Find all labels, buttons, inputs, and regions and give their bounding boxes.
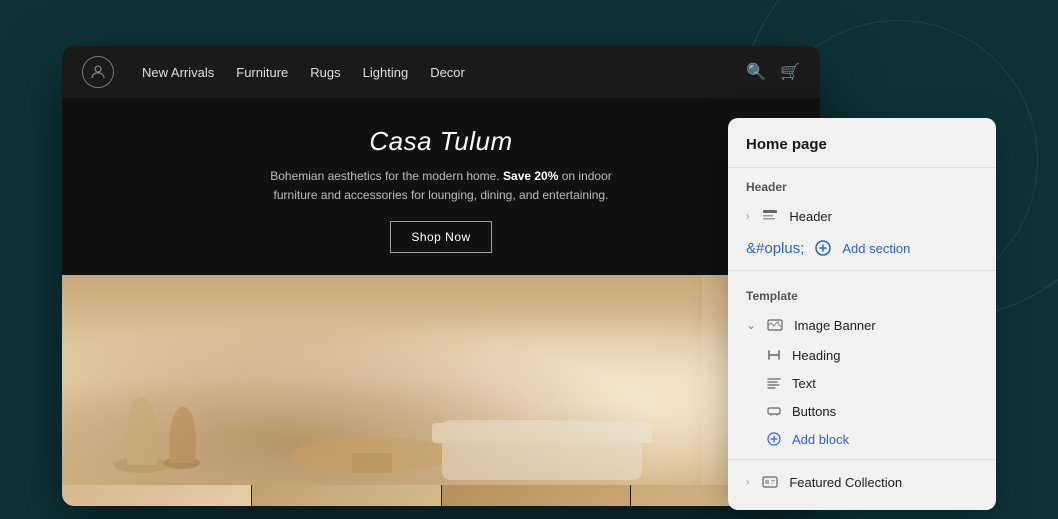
thumbnail-2[interactable] — [252, 485, 442, 506]
panel-add-section-item[interactable]: &#oplus; Add section — [728, 232, 996, 264]
nav-bar: New Arrivals Furniture Rugs Lighting Dec… — [62, 46, 820, 98]
panel-title: Home page — [728, 136, 996, 168]
heading-icon — [766, 347, 782, 363]
featured-collection-icon — [761, 473, 779, 491]
panel-header-label: Header — [789, 209, 832, 224]
panel-buttons-item[interactable]: Buttons — [728, 397, 996, 425]
panel-heading-label: Heading — [792, 348, 840, 363]
add-section-icon: &#oplus; — [746, 240, 804, 257]
cart-icon[interactable]: 🛒 — [780, 62, 800, 82]
hero-section: Casa Tulum Bohemian aesthetics for the m… — [62, 98, 820, 275]
panel-add-block-label: Add block — [792, 432, 849, 447]
nav-icon-group: 🔍 🛒 — [746, 62, 800, 82]
hero-subtitle-bold: Save 20% — [503, 169, 558, 183]
thumbnail-1[interactable] — [62, 485, 252, 506]
nav-decor[interactable]: Decor — [430, 65, 465, 80]
hero-subtitle-plain: Bohemian aesthetics for the modern home. — [270, 169, 503, 183]
panel-buttons-label: Buttons — [792, 404, 836, 419]
hero-title: Casa Tulum — [82, 126, 800, 157]
chevron-right-icon-2: › — [746, 477, 749, 488]
nav-lighting[interactable]: Lighting — [363, 65, 409, 80]
nav-new-arrivals[interactable]: New Arrivals — [142, 65, 214, 80]
panel-divider-1 — [728, 270, 996, 271]
thumbnail-3[interactable] — [442, 485, 632, 506]
browser-window: New Arrivals Furniture Rugs Lighting Dec… — [62, 46, 820, 506]
brand-logo[interactable] — [82, 56, 114, 88]
text-icon — [766, 375, 782, 391]
add-block-icon — [766, 431, 782, 447]
nav-rugs[interactable]: Rugs — [310, 65, 340, 80]
search-icon[interactable]: 🔍 — [746, 62, 766, 82]
chevron-down-icon: ⌄ — [746, 318, 756, 332]
thumbnail-strip — [62, 485, 820, 506]
hero-image — [62, 275, 820, 485]
side-panel: Home page Header › Header &#oplus; Add s… — [728, 118, 996, 510]
panel-text-label: Text — [792, 376, 816, 391]
panel-image-banner-label: Image Banner — [794, 318, 876, 333]
panel-featured-collection-label: Featured Collection — [789, 475, 902, 490]
nav-furniture[interactable]: Furniture — [236, 65, 288, 80]
panel-add-section-label: Add section — [842, 241, 910, 256]
panel-add-block-item[interactable]: Add block — [728, 425, 996, 453]
panel-image-banner-item[interactable]: ⌄ Image Banner — [728, 309, 996, 341]
image-banner-icon — [766, 316, 784, 334]
panel-header-item[interactable]: › Header — [728, 200, 996, 232]
panel-divider-2 — [728, 459, 996, 460]
panel-text-item[interactable]: Text — [728, 369, 996, 397]
header-item-icon — [761, 207, 779, 225]
panel-header-section-label: Header — [728, 168, 996, 200]
panel-heading-item[interactable]: Heading — [728, 341, 996, 369]
add-circle-icon — [814, 239, 832, 257]
nav-links: New Arrivals Furniture Rugs Lighting Dec… — [142, 65, 726, 80]
panel-template-section-label: Template — [728, 277, 996, 309]
hero-subtitle: Bohemian aesthetics for the modern home.… — [251, 167, 631, 205]
shop-now-button[interactable]: Shop Now — [390, 221, 491, 253]
chevron-right-icon: › — [746, 211, 749, 222]
panel-featured-collection-item[interactable]: › Featured Collection — [728, 466, 996, 498]
buttons-icon — [766, 403, 782, 419]
